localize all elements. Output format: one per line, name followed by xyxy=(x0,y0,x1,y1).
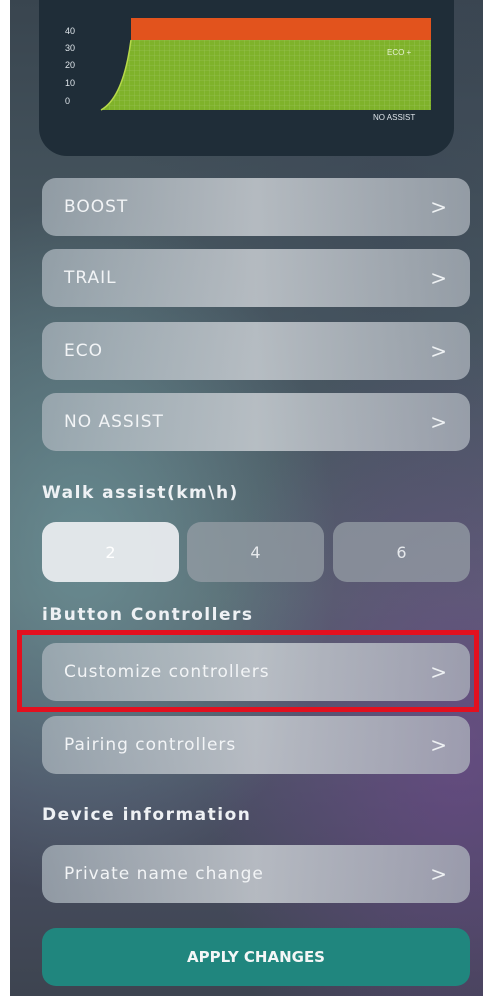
assist-chart: 40 30 20 10 0 ECO + NO ASSIST xyxy=(39,0,454,156)
pairing-controllers-button[interactable]: Pairing controllers > xyxy=(42,716,470,774)
y-tick-40: 40 xyxy=(65,26,75,36)
walk-assist-option-2[interactable]: 2 xyxy=(42,522,179,582)
mode-button-eco[interactable]: ECO > xyxy=(42,322,470,380)
mode-button-trail[interactable]: TRAIL > xyxy=(42,249,470,307)
chevron-right-icon: > xyxy=(430,862,448,886)
mode-button-no-assist[interactable]: NO ASSIST > xyxy=(42,393,470,451)
pairing-controllers-label: Pairing controllers xyxy=(64,735,237,755)
private-name-change-label: Private name change xyxy=(64,864,264,884)
walk-assist-option-6[interactable]: 6 xyxy=(333,522,470,582)
walk-assist-option-4[interactable]: 4 xyxy=(187,522,324,582)
ibutton-section-title: iButton Controllers xyxy=(42,605,254,625)
series-label-no-assist: NO ASSIST xyxy=(373,113,415,122)
highlight-box xyxy=(17,630,479,712)
y-tick-20: 20 xyxy=(65,60,75,70)
chevron-right-icon: > xyxy=(430,339,448,363)
chevron-right-icon: > xyxy=(430,266,448,290)
y-tick-30: 30 xyxy=(65,43,75,53)
chevron-right-icon: > xyxy=(430,410,448,434)
mode-label: BOOST xyxy=(64,197,129,217)
mode-label: NO ASSIST xyxy=(64,412,164,432)
assist-chart-svg: 40 30 20 10 0 ECO + NO ASSIST xyxy=(65,18,431,122)
private-name-change-button[interactable]: Private name change > xyxy=(42,845,470,903)
mode-button-boost[interactable]: BOOST > xyxy=(42,178,470,236)
chevron-right-icon: > xyxy=(430,733,448,757)
mode-label: TRAIL xyxy=(64,268,117,288)
apply-changes-button[interactable]: APPLY CHANGES xyxy=(42,928,470,986)
app-screen: 40 30 20 10 0 ECO + NO ASSIST BOOST > TR… xyxy=(10,0,483,996)
walk-assist-title: Walk assist(km\h) xyxy=(42,483,239,503)
series-label-eco: ECO + xyxy=(387,48,412,57)
y-tick-10: 10 xyxy=(65,78,75,88)
device-section-title: Device information xyxy=(42,805,252,825)
y-tick-0: 0 xyxy=(65,96,70,106)
chevron-right-icon: > xyxy=(430,195,448,219)
mode-label: ECO xyxy=(64,341,103,361)
